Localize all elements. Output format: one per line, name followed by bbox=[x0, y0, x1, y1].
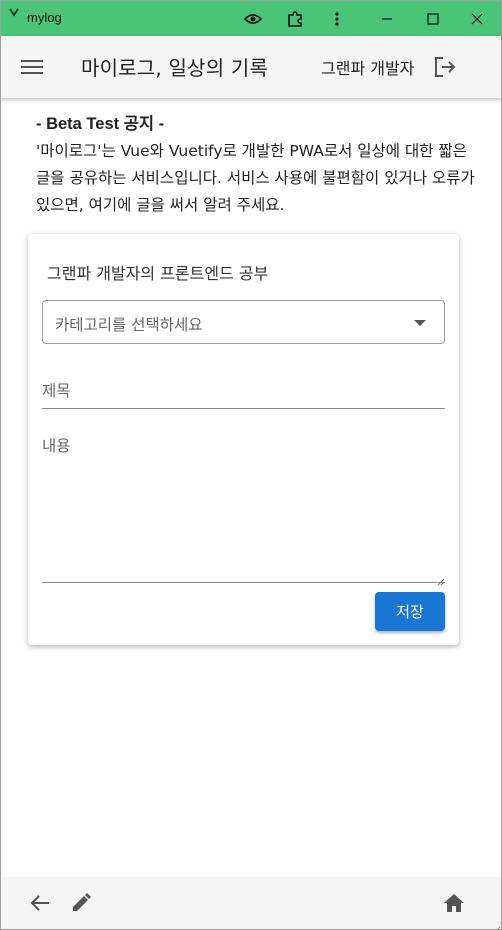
dropdown-arrow-icon bbox=[414, 320, 426, 326]
bottom-nav-bar bbox=[1, 877, 501, 929]
content-textarea[interactable]: 내용 bbox=[42, 429, 445, 586]
resize-grip-icon[interactable] bbox=[436, 571, 445, 586]
resize-corner-icon bbox=[491, 919, 501, 929]
title-field[interactable]: 제목 bbox=[42, 374, 445, 409]
more-vert-icon[interactable] bbox=[317, 1, 357, 36]
card-title: 그랜파 개발자의 프론트엔드 공부 bbox=[47, 264, 269, 283]
beta-notice: - Beta Test 공지 - '마이로그'는 Vue와 Vuetify로 개… bbox=[36, 111, 476, 219]
close-icon[interactable] bbox=[457, 1, 497, 36]
app-bar: 마이로그, 일상의 기록 그랜파 개발자 bbox=[1, 36, 501, 98]
notice-body: '마이로그'는 Vue와 Vuetify로 개발한 PWA로서 일상에 대한 짧… bbox=[36, 142, 475, 214]
chevron-logo-icon bbox=[9, 7, 19, 20]
logout-icon[interactable] bbox=[429, 52, 461, 82]
window-titlebar[interactable]: mylog bbox=[1, 1, 501, 36]
user-name: 그랜파 개발자 bbox=[321, 59, 415, 78]
notice-title: - Beta Test 공지 - bbox=[36, 115, 165, 133]
minimize-icon[interactable] bbox=[367, 1, 407, 36]
category-select[interactable]: 카테고리를 선택하세요 bbox=[42, 300, 445, 344]
pencil-icon[interactable] bbox=[68, 890, 94, 916]
window-title: mylog bbox=[27, 10, 62, 25]
content-field-label: 내용 bbox=[42, 437, 71, 455]
app-window: mylog 마이로그, 일상의 기록 그랜파 개발자 - Beta Test 공… bbox=[0, 0, 502, 930]
arrow-back-icon[interactable] bbox=[27, 890, 53, 916]
extension-icon[interactable] bbox=[275, 1, 315, 36]
save-button[interactable]: 저장 bbox=[375, 592, 445, 631]
app-title[interactable]: 마이로그, 일상의 기록 bbox=[81, 52, 268, 81]
category-placeholder: 카테고리를 선택하세요 bbox=[55, 316, 203, 334]
maximize-icon[interactable] bbox=[413, 1, 453, 36]
post-form-card: 그랜파 개발자의 프론트엔드 공부 카테고리를 선택하세요 제목 내용 저장 bbox=[28, 234, 459, 645]
eye-icon[interactable] bbox=[233, 1, 273, 36]
home-icon[interactable] bbox=[441, 890, 467, 916]
hamburger-menu-icon[interactable] bbox=[15, 51, 49, 83]
title-field-label: 제목 bbox=[42, 382, 71, 400]
